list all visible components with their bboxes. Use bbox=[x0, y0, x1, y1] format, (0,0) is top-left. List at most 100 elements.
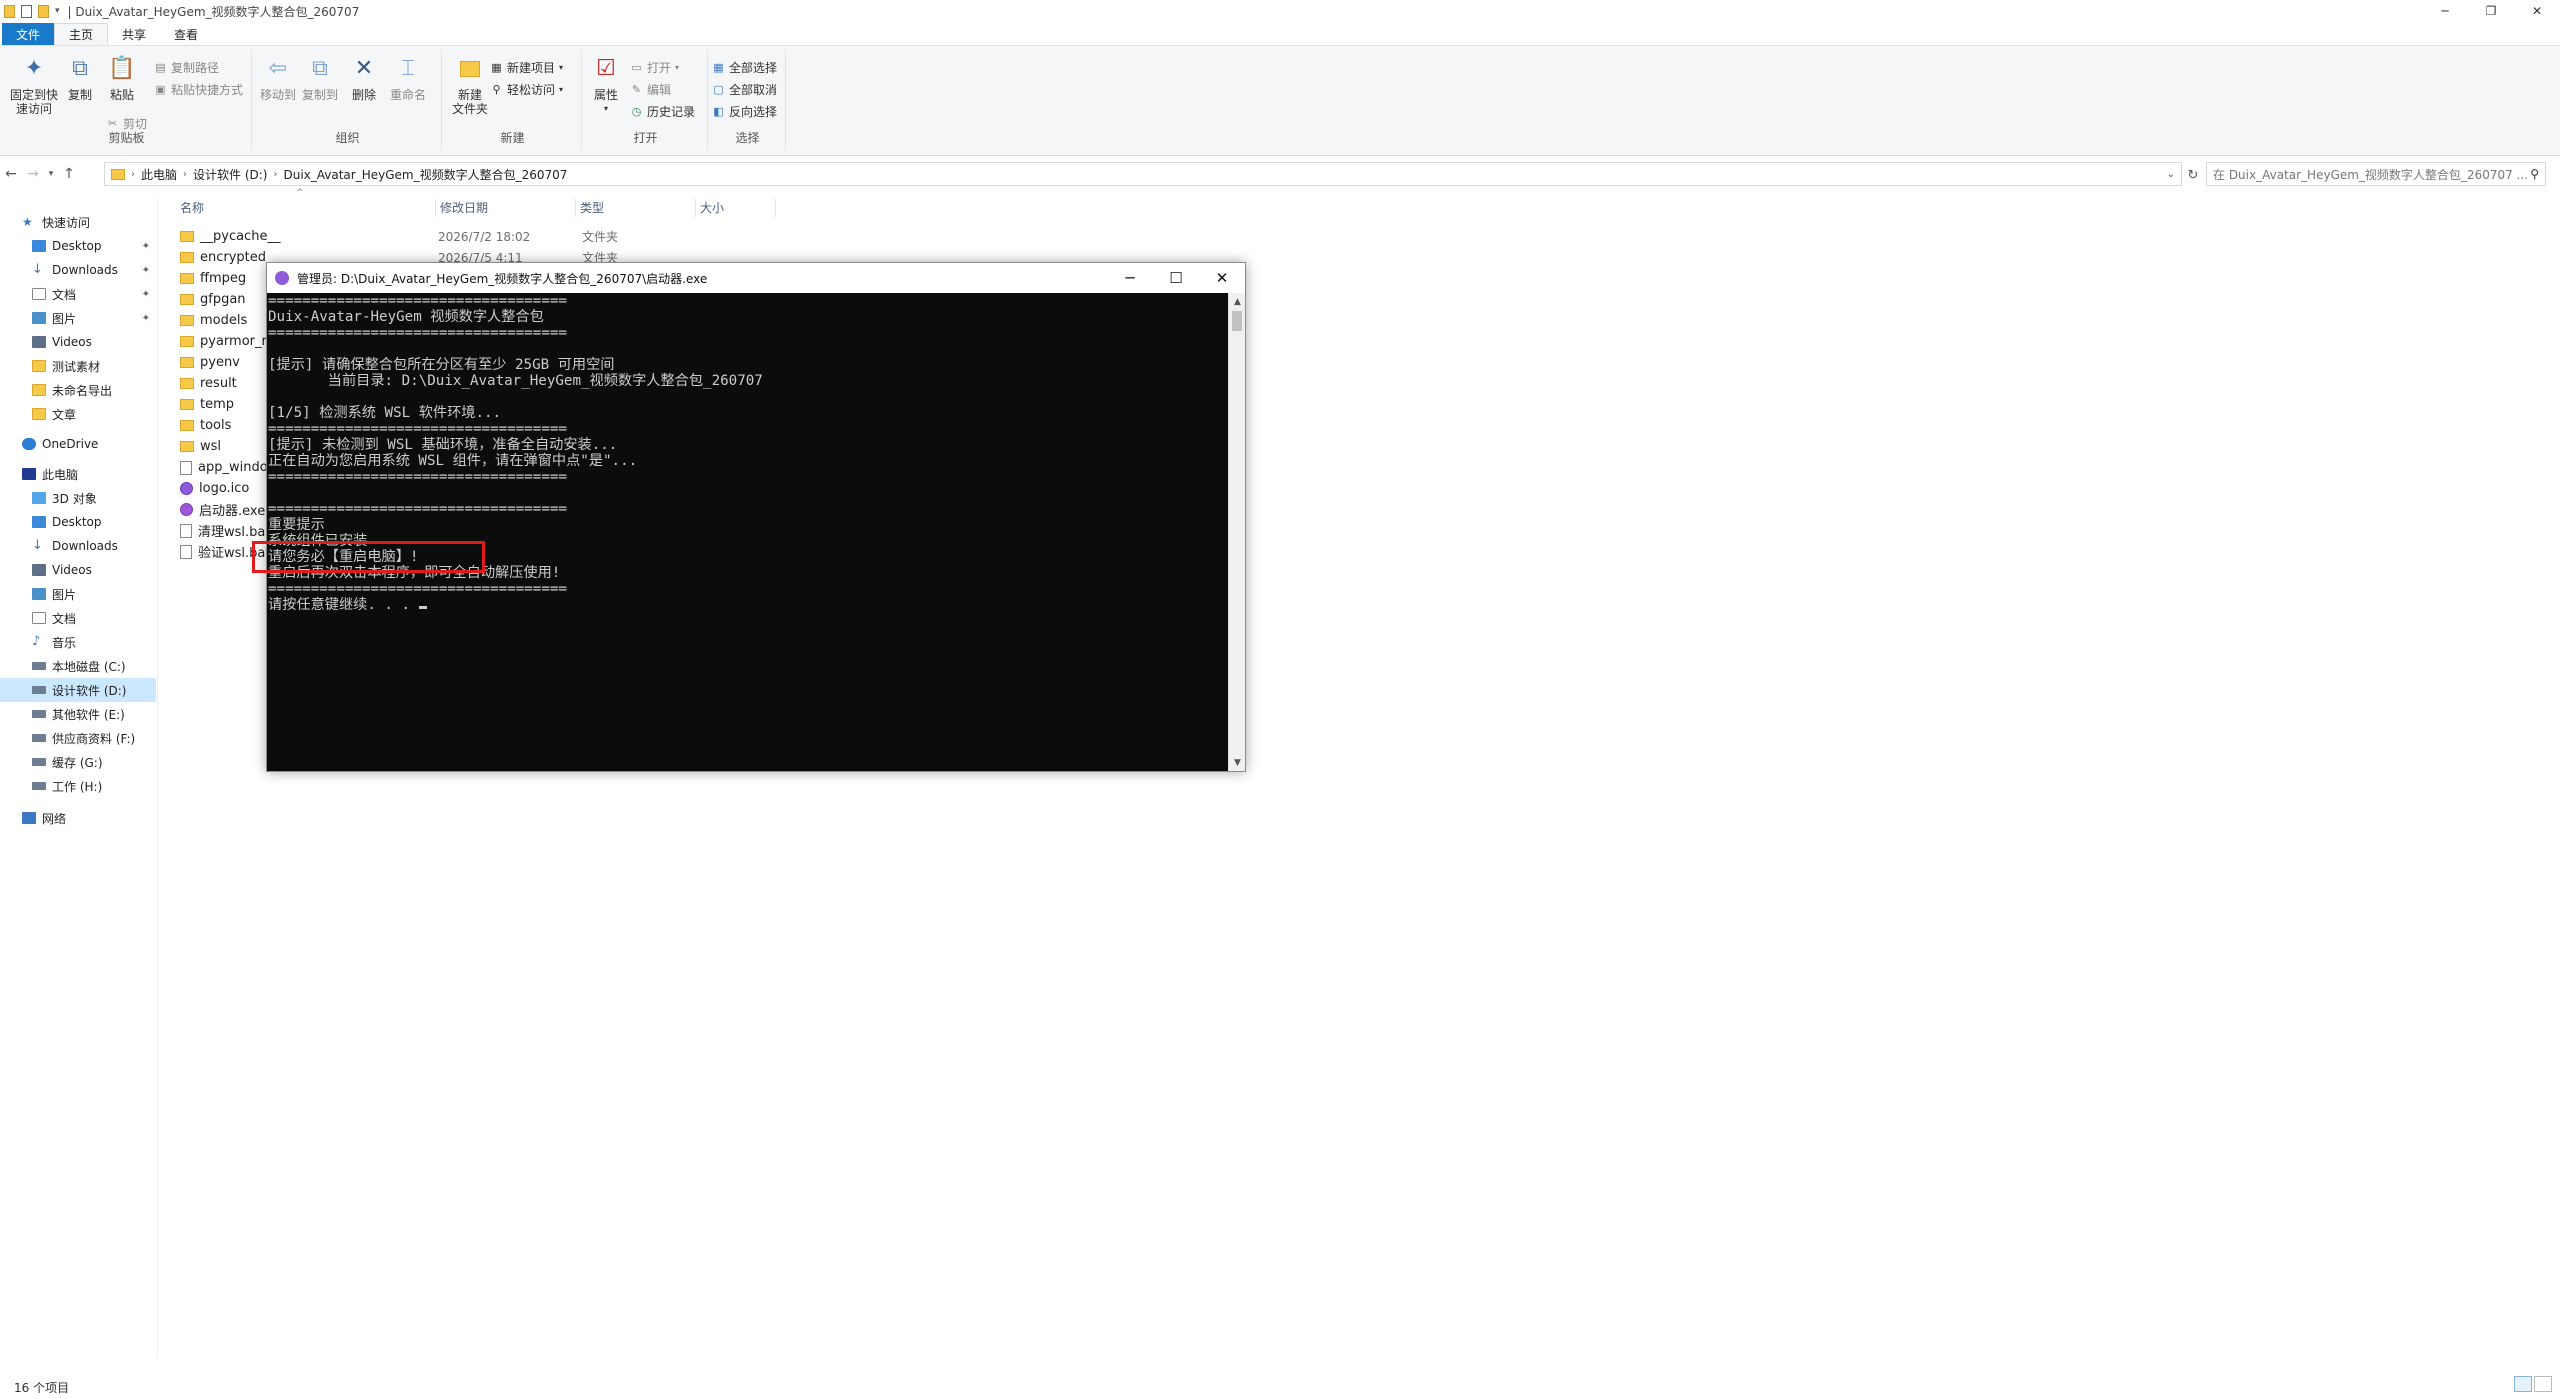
select-none-button[interactable]: ▢ 全部取消 bbox=[712, 80, 777, 98]
up-arrow-icon[interactable]: ↑ bbox=[58, 163, 80, 185]
delete-button[interactable]: ✕ 删除 bbox=[346, 54, 382, 103]
new-folder-label-2: 文件夹 bbox=[451, 102, 488, 116]
nav-this-pc[interactable]: 此电脑 bbox=[0, 462, 156, 486]
breadcrumb-this-pc[interactable]: 此电脑 bbox=[135, 166, 183, 183]
invert-selection-button[interactable]: ◧ 反向选择 bbox=[712, 102, 777, 120]
new-item-button[interactable]: ▦ 新建项目 ▾ bbox=[490, 58, 563, 76]
details-view-icon[interactable] bbox=[2514, 1376, 2532, 1392]
recent-dropdown-icon[interactable]: ▾ bbox=[44, 163, 58, 185]
nav-pc-3d-objects[interactable]: 3D 对象 bbox=[0, 486, 156, 510]
large-icons-view-icon[interactable] bbox=[2534, 1376, 2552, 1392]
group-label-clipboard: 剪贴板 bbox=[108, 131, 145, 145]
quick-access-dropdown-icon[interactable]: ▾ bbox=[55, 6, 60, 16]
maximize-icon[interactable]: ☐ bbox=[1153, 263, 1199, 293]
copy-path-button[interactable]: ▤ 复制路径 bbox=[154, 58, 219, 76]
nav-drive-d[interactable]: 设计软件 (D:) bbox=[0, 678, 156, 702]
console-window[interactable]: 管理员: D:\Duix_Avatar_HeyGem_视频数字人整合包_2607… bbox=[266, 262, 1246, 772]
column-size[interactable]: 大小 bbox=[696, 199, 776, 217]
paste-button[interactable]: 📋 粘贴 bbox=[102, 54, 142, 103]
nav-drive-h[interactable]: 工作 (H:) bbox=[0, 774, 156, 798]
nav-drive-f[interactable]: 供应商资料 (F:) bbox=[0, 726, 156, 750]
delete-label: 删除 bbox=[351, 88, 376, 102]
close-icon[interactable]: ✕ bbox=[1199, 263, 1245, 293]
nav-drive-e[interactable]: 其他软件 (E:) bbox=[0, 702, 156, 726]
column-date[interactable]: 修改日期 bbox=[436, 199, 576, 217]
console-scrollbar[interactable]: ▲ ▼ bbox=[1228, 293, 1245, 771]
nav-qa-test-materials[interactable]: 测试素材 bbox=[0, 354, 156, 378]
nav-pc-music[interactable]: ♪ 音乐 bbox=[0, 630, 156, 654]
breadcrumb-drive-d[interactable]: 设计软件 (D:) bbox=[187, 166, 273, 183]
minimize-icon[interactable]: ─ bbox=[1107, 263, 1153, 293]
nav-qa-downloads[interactable]: ↓ Downloads ✦ bbox=[0, 258, 156, 282]
nav-pc-pictures[interactable]: 图片 bbox=[0, 582, 156, 606]
nav-network[interactable]: 网络 bbox=[0, 806, 156, 830]
nav-pc-desktop[interactable]: Desktop bbox=[0, 510, 156, 534]
console-output[interactable]: =================================== Duix-… bbox=[268, 293, 1226, 771]
tab-home[interactable]: 主页 bbox=[54, 23, 109, 45]
nav-pc-downloads[interactable]: ↓ Downloads bbox=[0, 534, 156, 558]
easy-access-button[interactable]: ⚲ 轻松访问 ▾ bbox=[490, 80, 563, 98]
file-name: models bbox=[200, 313, 248, 328]
scroll-up-icon[interactable]: ▲ bbox=[1229, 293, 1246, 310]
address-dropdown-icon[interactable]: ⌄ bbox=[2161, 169, 2181, 180]
open-button[interactable]: ▭ 打开 ▾ bbox=[630, 58, 679, 76]
new-folder-button[interactable]: 新建 文件夹 bbox=[448, 54, 492, 116]
nav-drive-c[interactable]: 本地磁盘 (C:) bbox=[0, 654, 156, 678]
properties-quick-icon[interactable] bbox=[21, 4, 32, 18]
copy-to-button[interactable]: ⧉ 复制到 bbox=[300, 54, 340, 103]
file-type: 文件夹 bbox=[582, 230, 619, 244]
move-to-label: 移动到 bbox=[259, 88, 296, 102]
nav-quick-access[interactable]: ★ 快速访问 bbox=[0, 210, 156, 234]
pictures-icon bbox=[32, 312, 46, 324]
file-name: pyenv bbox=[200, 355, 240, 370]
back-arrow-icon[interactable]: ← bbox=[0, 163, 22, 185]
rename-button[interactable]: ⌶ 重命名 bbox=[386, 54, 430, 103]
file-name: ffmpeg bbox=[200, 271, 247, 286]
address-bar[interactable]: › 此电脑 › 设计软件 (D:) › Duix_Avatar_HeyGem_视… bbox=[104, 162, 2182, 186]
column-type[interactable]: 类型 bbox=[576, 199, 696, 217]
nav-qa-untitled-export[interactable]: 未命名导出 bbox=[0, 378, 156, 402]
copy-to-icon: ⧉ bbox=[312, 56, 328, 81]
move-to-button[interactable]: ⇦ 移动到 bbox=[258, 54, 298, 103]
breadcrumb-current-folder[interactable]: Duix_Avatar_HeyGem_视频数字人整合包_260707 bbox=[277, 166, 573, 183]
group-select: ▦ 全部选择 ▢ 全部取消 ◧ 反向选择 选择 bbox=[710, 50, 786, 150]
paste-shortcut-button[interactable]: ▣ 粘贴快捷方式 bbox=[154, 80, 243, 98]
copy-to-label: 复制到 bbox=[301, 88, 338, 102]
nav-qa-pictures[interactable]: 图片 ✦ bbox=[0, 306, 156, 330]
folder-icon bbox=[180, 315, 194, 326]
nav-pc-documents[interactable]: 文档 bbox=[0, 606, 156, 630]
select-all-button[interactable]: ▦ 全部选择 bbox=[712, 58, 777, 76]
nav-qa-videos[interactable]: Videos bbox=[0, 330, 156, 354]
search-input[interactable]: 在 Duix_Avatar_HeyGem_视频数字人整合包_260707 ...… bbox=[2206, 162, 2546, 186]
tab-view[interactable]: 查看 bbox=[160, 23, 212, 45]
scroll-down-icon[interactable]: ▼ bbox=[1229, 754, 1246, 771]
nav-onedrive[interactable]: OneDrive bbox=[0, 432, 156, 456]
network-icon bbox=[22, 812, 36, 824]
select-none-label: 全部取消 bbox=[729, 82, 778, 97]
scroll-thumb[interactable] bbox=[1232, 311, 1242, 331]
new-folder-quick-icon[interactable] bbox=[38, 4, 49, 18]
forward-arrow-icon[interactable]: → bbox=[22, 163, 44, 185]
tab-share[interactable]: 共享 bbox=[108, 23, 160, 45]
nav-drive-g[interactable]: 缓存 (G:) bbox=[0, 750, 156, 774]
console-titlebar[interactable]: 管理员: D:\Duix_Avatar_HeyGem_视频数字人整合包_2607… bbox=[267, 263, 1245, 293]
refresh-icon[interactable]: ↻ bbox=[2182, 164, 2204, 186]
nav-qa-desktop[interactable]: Desktop ✦ bbox=[0, 234, 156, 258]
desktop-icon bbox=[32, 240, 46, 252]
history-button[interactable]: ◷ 历史记录 bbox=[630, 102, 695, 120]
list-item[interactable]: __pycache__ 2026/7/2 18:02 文件夹 bbox=[172, 226, 772, 247]
tab-file[interactable]: 文件 bbox=[2, 23, 55, 45]
restore-icon[interactable]: ❐ bbox=[2468, 0, 2514, 22]
copy-button[interactable]: ⧉ 复制 bbox=[62, 54, 98, 103]
properties-button[interactable]: ☑ 属性 ▾ bbox=[588, 54, 624, 116]
nav-qa-documents[interactable]: 文档 ✦ bbox=[0, 282, 156, 306]
close-icon[interactable]: ✕ bbox=[2514, 0, 2560, 22]
minimize-icon[interactable]: ─ bbox=[2422, 0, 2468, 22]
nav-pc-videos[interactable]: Videos bbox=[0, 558, 156, 582]
column-name[interactable]: 名称 bbox=[176, 199, 436, 217]
nav-label: 工作 (H:) bbox=[52, 779, 103, 794]
nav-qa-articles[interactable]: 文章 bbox=[0, 402, 156, 426]
pin-quick-access-button[interactable]: ✦ 固定到快 速访问 bbox=[6, 54, 62, 117]
nav-label: 供应商资料 (F:) bbox=[52, 731, 136, 746]
edit-button[interactable]: ✎ 编辑 bbox=[630, 80, 671, 98]
